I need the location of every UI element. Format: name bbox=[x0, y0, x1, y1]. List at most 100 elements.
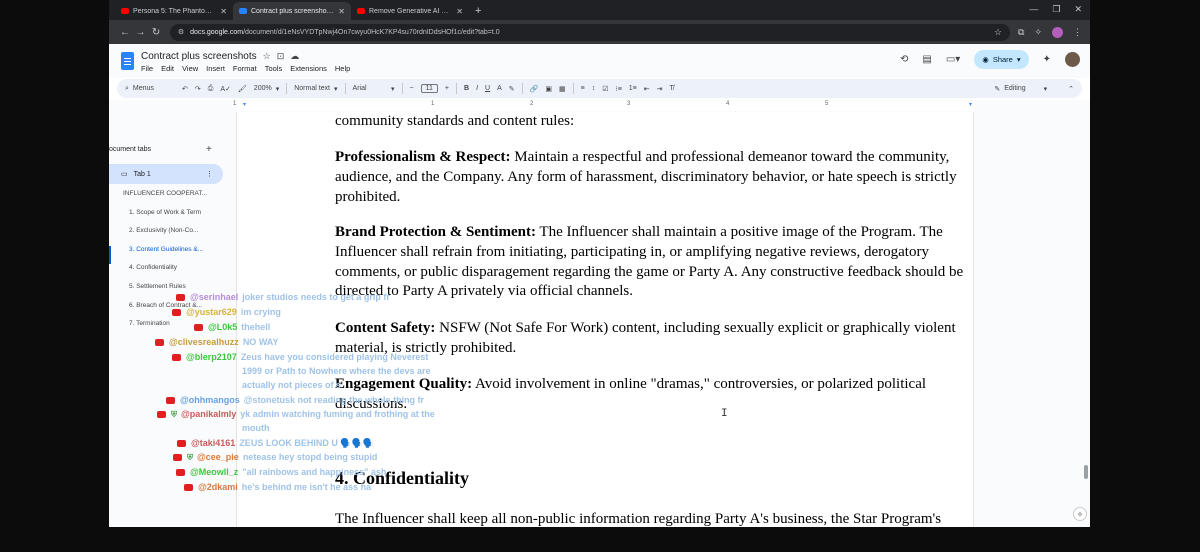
docs-icon bbox=[239, 8, 247, 14]
close-tab-icon[interactable]: ✕ bbox=[456, 7, 463, 16]
chevron-down-icon[interactable]: ▾ bbox=[1017, 55, 1021, 64]
document-page[interactable]: community standards and content rules: P… bbox=[236, 112, 974, 527]
search-menus[interactable]: ⌕ Menus bbox=[125, 85, 175, 93]
italic-icon[interactable]: I bbox=[476, 85, 478, 92]
menu-insert[interactable]: Insert bbox=[206, 64, 225, 73]
puzzle-icon[interactable]: ✧ bbox=[1034, 27, 1042, 38]
zoom-select[interactable]: 200% ▾ bbox=[254, 85, 279, 93]
outline-item[interactable]: INFLUENCER COOPERAT... bbox=[109, 190, 236, 209]
line-spacing-icon[interactable]: ↕ bbox=[592, 85, 596, 92]
share-button[interactable]: ◉ Share ▾ bbox=[974, 50, 1029, 69]
paint-format-icon[interactable]: 🖌 bbox=[238, 85, 247, 93]
clear-formatting-icon[interactable]: T̸ bbox=[670, 85, 674, 92]
tab-remove-ai[interactable]: Remove Generative AI From Ide ✕ bbox=[351, 2, 469, 20]
more-options-icon[interactable]: ⋮ bbox=[206, 170, 213, 178]
youtube-icon bbox=[357, 8, 365, 14]
numbered-list-icon[interactable]: 1≡ bbox=[629, 85, 637, 92]
bold-icon[interactable]: B bbox=[464, 85, 469, 92]
highlight-icon[interactable]: ✎ bbox=[509, 85, 515, 93]
outline-item[interactable]: 1. Scope of Work & Term bbox=[109, 209, 236, 228]
underline-icon[interactable]: U bbox=[485, 85, 490, 92]
minimize-icon[interactable]: — bbox=[1029, 4, 1038, 15]
menu-extensions[interactable]: Extensions bbox=[290, 64, 327, 73]
link-icon[interactable]: 🔗 bbox=[530, 85, 539, 93]
move-folder-icon[interactable]: ⊡ bbox=[277, 51, 285, 62]
bookmark-star-icon[interactable]: ☆ bbox=[994, 27, 1002, 38]
bulleted-list-icon[interactable]: ⁝≡ bbox=[615, 85, 621, 93]
right-indent-marker-icon[interactable]: ▾ bbox=[969, 101, 972, 108]
url-path: /document/d/1eNsVYDTpNwj4On7cwyu0HcK7KP4… bbox=[243, 28, 500, 36]
intro-line: community standards and content rules: bbox=[335, 113, 575, 129]
new-tab-button[interactable]: + bbox=[469, 5, 487, 20]
close-tab-icon[interactable]: ✕ bbox=[220, 7, 227, 16]
align-icon[interactable]: ≡ bbox=[581, 85, 585, 92]
increase-indent-icon[interactable]: ⇥ bbox=[657, 85, 663, 93]
extensions-area: ⧉ ✧ ⋮ bbox=[1018, 26, 1082, 38]
back-icon[interactable]: ← bbox=[117, 27, 133, 38]
browser-menu-icon[interactable]: ⋮ bbox=[1073, 27, 1082, 38]
menu-format[interactable]: Format bbox=[233, 64, 257, 73]
extension-icon[interactable]: ⧉ bbox=[1018, 27, 1024, 38]
site-info-icon[interactable]: ⚙ bbox=[178, 28, 184, 36]
add-comment-icon[interactable]: ▣ bbox=[545, 85, 552, 93]
style-select[interactable]: Normal text ▾ bbox=[294, 85, 337, 93]
spellcheck-icon[interactable]: A✓ bbox=[220, 85, 231, 93]
redo-icon[interactable]: ↷ bbox=[195, 85, 201, 93]
star-icon[interactable]: ☆ bbox=[263, 51, 271, 62]
insert-image-icon[interactable]: ▦ bbox=[559, 85, 566, 93]
profile-avatar-icon[interactable] bbox=[1052, 26, 1063, 38]
outline-item[interactable]: 5. Settlement Rules bbox=[109, 283, 236, 302]
divider bbox=[286, 83, 288, 94]
explore-button[interactable]: ✧ bbox=[1073, 507, 1087, 521]
maximize-icon[interactable]: ❐ bbox=[1052, 4, 1060, 15]
tab-contract[interactable]: Contract plus screenshots - Goo ✕ bbox=[233, 2, 351, 20]
history-icon[interactable]: ⟲ bbox=[900, 54, 908, 65]
font-size-input[interactable]: 11 bbox=[420, 84, 438, 93]
comments-icon[interactable]: ▤ bbox=[922, 54, 931, 65]
checklist-icon[interactable]: ☑ bbox=[602, 85, 608, 93]
outline-item-active[interactable]: 3. Content Guidelines &... bbox=[109, 245, 236, 265]
outline-item[interactable]: 4. Confidentiality bbox=[109, 264, 236, 283]
outline-item[interactable]: 2. Exclusivity (Non-Co... bbox=[109, 227, 236, 246]
outline-item[interactable]: 6. Breach of Contract &... bbox=[109, 302, 236, 321]
gemini-icon[interactable]: ✦ bbox=[1043, 54, 1051, 65]
section-heading: 4. Confidentiality bbox=[335, 468, 470, 488]
zoom-value: 200% bbox=[253, 85, 272, 92]
editing-mode-select[interactable]: ✎ Editing ▾ bbox=[994, 85, 1047, 93]
sidebar-item-tab-1[interactable]: ▭ Tab 1 ⋮ bbox=[109, 164, 223, 184]
url-input[interactable]: ⚙ docs.google.com /document/d/1eNsVYDTpN… bbox=[169, 23, 1011, 41]
text-color-icon[interactable]: A bbox=[497, 85, 502, 92]
outline-item[interactable]: 7. Termination bbox=[109, 320, 236, 339]
scrollbar[interactable] bbox=[1084, 112, 1088, 527]
menu-tools[interactable]: Tools bbox=[265, 64, 283, 73]
cloud-status-icon[interactable]: ☁ bbox=[290, 51, 299, 62]
doc-title[interactable]: Contract plus screenshots bbox=[141, 51, 257, 62]
collapse-toolbar-icon[interactable]: ⌃ bbox=[1068, 85, 1074, 93]
docs-header: Contract plus screenshots ☆ ⊡ ☁ File Edi… bbox=[109, 44, 1090, 78]
meet-icon[interactable]: ▭▾ bbox=[946, 54, 960, 65]
google-docs-logo-icon[interactable] bbox=[121, 52, 134, 70]
mode-value: Editing bbox=[1004, 85, 1026, 92]
close-tab-icon[interactable]: ✕ bbox=[338, 7, 345, 16]
indent-marker-icon[interactable]: ▾ bbox=[243, 101, 246, 108]
ruler-mark: 1 bbox=[233, 101, 237, 107]
forward-icon[interactable]: → bbox=[133, 27, 149, 38]
decrease-font-icon[interactable]: − bbox=[410, 85, 414, 92]
print-icon[interactable]: ⎙ bbox=[208, 85, 214, 93]
scrollbar-thumb[interactable] bbox=[1084, 465, 1088, 479]
close-window-icon[interactable]: ✕ bbox=[1074, 4, 1082, 15]
menu-file[interactable]: File bbox=[141, 64, 153, 73]
increase-font-icon[interactable]: + bbox=[445, 85, 449, 92]
reload-icon[interactable]: ↻ bbox=[148, 27, 164, 38]
undo-icon[interactable]: ↶ bbox=[182, 85, 188, 93]
decrease-indent-icon[interactable]: ⇤ bbox=[644, 85, 650, 93]
font-select[interactable]: Arial ▾ bbox=[353, 85, 395, 93]
menu-view[interactable]: View bbox=[182, 64, 198, 73]
document-canvas: community standards and content rules: P… bbox=[236, 112, 1090, 527]
menu-help[interactable]: Help bbox=[335, 64, 350, 73]
menu-edit[interactable]: Edit bbox=[161, 64, 174, 73]
tab-strip: Persona 5: The Phantom X ost ✕ Contract … bbox=[109, 0, 1090, 20]
tab-persona[interactable]: Persona 5: The Phantom X ost ✕ bbox=[115, 2, 233, 20]
avatar[interactable] bbox=[1065, 52, 1080, 67]
add-tab-button[interactable]: + bbox=[206, 144, 212, 155]
